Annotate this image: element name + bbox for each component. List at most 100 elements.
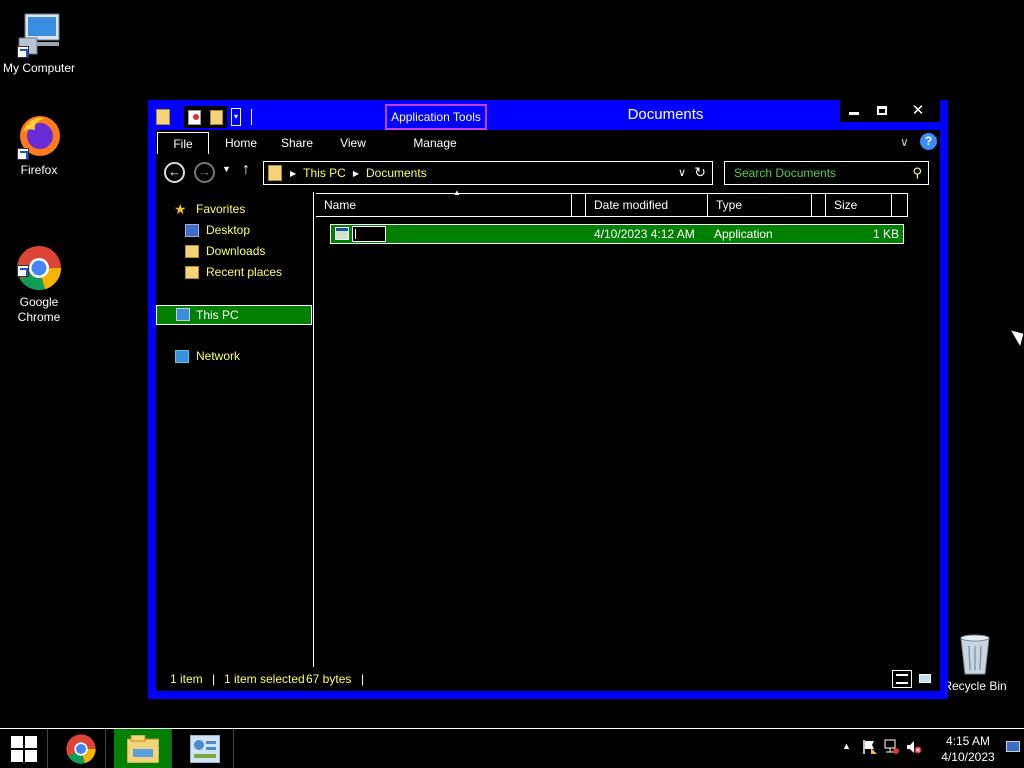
status-bar: 1 item | 1 item selected 67 bytes | xyxy=(156,667,940,691)
action-center-flag-icon[interactable] xyxy=(862,739,878,755)
downloads-folder-icon xyxy=(185,245,199,258)
tab-manage[interactable]: Manage xyxy=(406,132,464,154)
folder-icon xyxy=(268,165,282,181)
nav-item-downloads[interactable]: Downloads xyxy=(156,242,312,261)
help-icon[interactable]: ? xyxy=(920,133,937,150)
forward-button[interactable]: → xyxy=(194,162,215,183)
taskbar-control-panel-button[interactable] xyxy=(176,729,234,768)
column-header-spacer[interactable] xyxy=(812,194,826,217)
tab-home[interactable]: Home xyxy=(218,132,264,154)
ribbon-tabs: File Home Share View Manage ∨ ? xyxy=(156,130,940,154)
chrome-icon xyxy=(66,734,96,764)
tab-file[interactable]: File xyxy=(157,132,209,154)
cell-type: Application xyxy=(714,227,773,241)
quick-access-toolbar: ▾ xyxy=(156,106,252,128)
title-bar[interactable]: ▾ Application Tools Documents ✕ xyxy=(148,100,948,130)
column-header-spacer[interactable] xyxy=(892,194,908,217)
window-title: Documents xyxy=(627,106,704,123)
file-explorer-icon xyxy=(127,735,159,763)
column-header-type[interactable]: Type xyxy=(708,194,812,217)
breadcrumb-separator-icon[interactable]: ▶ xyxy=(353,169,359,178)
show-hidden-icons-chevron-icon[interactable]: ▲ xyxy=(842,741,851,751)
navigation-pane: ★ Favorites Desktop Downloads Recent pla… xyxy=(156,192,314,667)
nav-item-this-pc[interactable]: This PC xyxy=(156,305,312,325)
desktop-icon xyxy=(185,224,199,237)
mouse-cursor-icon xyxy=(1011,325,1024,347)
breadcrumb-documents[interactable]: Documents xyxy=(366,166,427,180)
details-view-button[interactable] xyxy=(892,670,912,688)
explorer-window: ▾ Application Tools Documents ✕ File Hom… xyxy=(148,100,948,699)
minimize-button[interactable] xyxy=(840,100,868,122)
nav-item-network[interactable]: Network xyxy=(156,347,312,366)
system-tray: ▲ xyxy=(836,729,926,768)
back-button[interactable]: ← xyxy=(164,162,185,183)
network-status-icon[interactable] xyxy=(884,739,900,755)
tab-view[interactable]: View xyxy=(332,132,374,154)
desktop-icon-firefox[interactable]: Firefox xyxy=(0,112,78,178)
status-separator: | xyxy=(361,672,365,686)
volume-muted-icon[interactable] xyxy=(906,739,922,755)
contextual-tab-application-tools[interactable]: Application Tools xyxy=(385,104,487,130)
show-desktop-button[interactable] xyxy=(1006,741,1022,755)
breadcrumb: ▶ This PC ▶ Documents xyxy=(290,166,427,180)
close-icon: ✕ xyxy=(911,102,925,119)
taskbar-chrome-button[interactable] xyxy=(56,729,106,768)
address-bar[interactable]: ▶ This PC ▶ Documents ∨ ↻ xyxy=(263,161,713,185)
network-icon xyxy=(175,350,189,363)
status-bytes: 67 bytes xyxy=(306,672,352,686)
shortcut-arrow-icon xyxy=(17,265,29,277)
recent-locations-dropdown-icon[interactable]: ▼ xyxy=(222,164,231,174)
large-icons-view-icon xyxy=(919,674,931,683)
column-header-spacer[interactable] xyxy=(572,194,586,217)
large-icons-view-button[interactable] xyxy=(916,670,936,688)
properties-icon[interactable] xyxy=(188,109,201,125)
maximize-button[interactable] xyxy=(868,100,896,122)
show-desktop-icon xyxy=(1006,741,1020,752)
application-icon xyxy=(335,227,349,240)
firefox-icon xyxy=(15,112,63,160)
window-content: File Home Share View Manage ∨ ? ← → ▼ ↑ … xyxy=(156,130,940,691)
breadcrumb-this-pc[interactable]: This PC xyxy=(303,166,346,180)
desktop-icon-google-chrome[interactable]: Google Chrome xyxy=(0,214,78,340)
tab-share[interactable]: Share xyxy=(274,132,320,154)
desktop-icon-my-computer[interactable]: My Computer xyxy=(0,10,78,76)
rename-input[interactable] xyxy=(352,226,386,242)
status-selected: 1 item selected xyxy=(224,672,305,686)
toolbar-separator xyxy=(251,109,252,125)
breadcrumb-separator-icon[interactable]: ▶ xyxy=(290,169,296,178)
recent-places-icon xyxy=(185,266,199,279)
control-panel-icon xyxy=(190,735,220,763)
column-header-size[interactable]: Size xyxy=(826,194,892,217)
taskbar-clock[interactable]: 4:15 AM 4/10/2023 xyxy=(930,733,1006,765)
taskbar-file-explorer-button[interactable] xyxy=(114,729,172,768)
table-row[interactable]: 4/10/2023 4:12 AM Application 1 KB xyxy=(330,224,904,244)
start-button[interactable] xyxy=(0,729,48,768)
cell-date-modified: 4/10/2023 4:12 AM xyxy=(594,227,695,241)
nav-item-desktop[interactable]: Desktop xyxy=(156,221,312,240)
nav-item-favorites[interactable]: ★ Favorites xyxy=(156,200,312,219)
column-header-row: Name Date modified Type Size xyxy=(316,193,908,217)
refresh-icon[interactable]: ↻ xyxy=(694,164,706,181)
column-header-date-modified[interactable]: Date modified xyxy=(586,194,708,217)
folder-icon xyxy=(156,109,170,125)
column-header-name[interactable]: Name xyxy=(316,194,572,217)
clock-date: 4/10/2023 xyxy=(941,750,995,764)
up-button[interactable]: ↑ xyxy=(242,161,250,179)
shortcut-arrow-icon xyxy=(17,46,29,58)
status-item-count: 1 item xyxy=(170,672,203,686)
new-folder-icon[interactable] xyxy=(210,109,223,125)
chrome-icon xyxy=(15,229,63,291)
search-box[interactable]: ⚲ xyxy=(724,161,929,185)
customize-toolbar-dropdown[interactable]: ▾ xyxy=(231,108,241,126)
nav-item-recent-places[interactable]: Recent places xyxy=(156,263,312,282)
shortcut-arrow-icon xyxy=(17,148,29,160)
address-history-dropdown-icon[interactable]: ∨ xyxy=(678,166,686,179)
taskbar: ▲ 4:15 AM 4/10/2023 xyxy=(0,728,1024,768)
desktop-icon-label: Google Chrome xyxy=(17,295,61,324)
star-icon: ★ xyxy=(174,201,187,217)
up-arrow-icon: ↑ xyxy=(242,161,250,178)
search-input[interactable] xyxy=(725,162,905,184)
expand-ribbon-chevron-icon[interactable]: ∨ xyxy=(900,135,909,149)
close-button[interactable]: ✕ xyxy=(896,100,940,122)
search-icon[interactable]: ⚲ xyxy=(912,165,922,181)
